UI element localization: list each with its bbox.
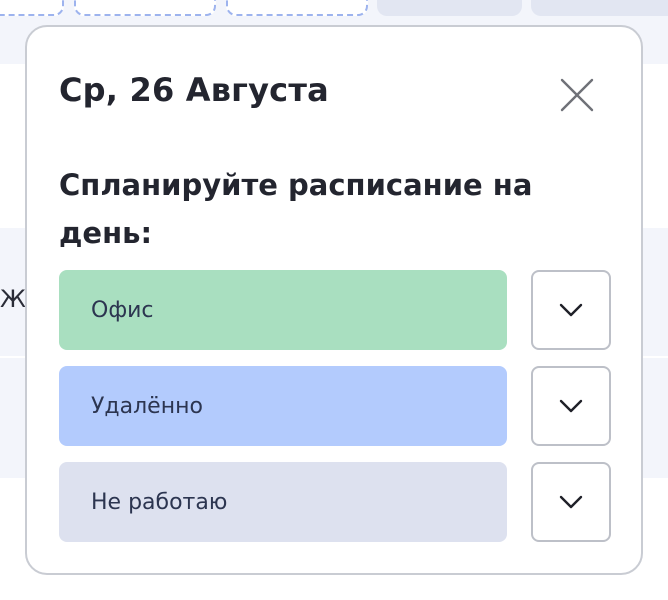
chevron-down-icon <box>559 399 583 413</box>
option-office-button[interactable]: Офис <box>59 270 507 350</box>
schedule-option-office: Офис <box>59 270 611 350</box>
option-remote-button[interactable]: Удалённо <box>59 366 507 446</box>
background-day-slot[interactable] <box>0 0 64 16</box>
popover-subtitle: Спланируйте расписание на день: <box>59 168 533 250</box>
background-day-chip[interactable] <box>377 0 522 16</box>
option-remote-dropdown[interactable] <box>531 366 611 446</box>
background-day-chip[interactable] <box>531 0 668 16</box>
schedule-option-not-working: Не работаю <box>59 462 611 542</box>
close-button[interactable] <box>557 75 597 115</box>
schedule-option-remote: Удалённо <box>59 366 611 446</box>
chevron-down-icon <box>559 303 583 317</box>
option-not-working-dropdown[interactable] <box>531 462 611 542</box>
background-day-slot[interactable] <box>226 0 368 16</box>
background-day-slot[interactable] <box>74 0 216 16</box>
popover-title: Ср, 26 Августа <box>59 71 329 109</box>
option-office-dropdown[interactable] <box>531 270 611 350</box>
screen: ЖМ Ср, 26 Августа Спланируйте расписание… <box>0 0 668 600</box>
close-icon <box>560 78 594 112</box>
chevron-down-icon <box>559 495 583 509</box>
option-not-working-button[interactable]: Не работаю <box>59 462 507 542</box>
schedule-popover: Ср, 26 Августа Спланируйте расписание на… <box>25 25 643 575</box>
